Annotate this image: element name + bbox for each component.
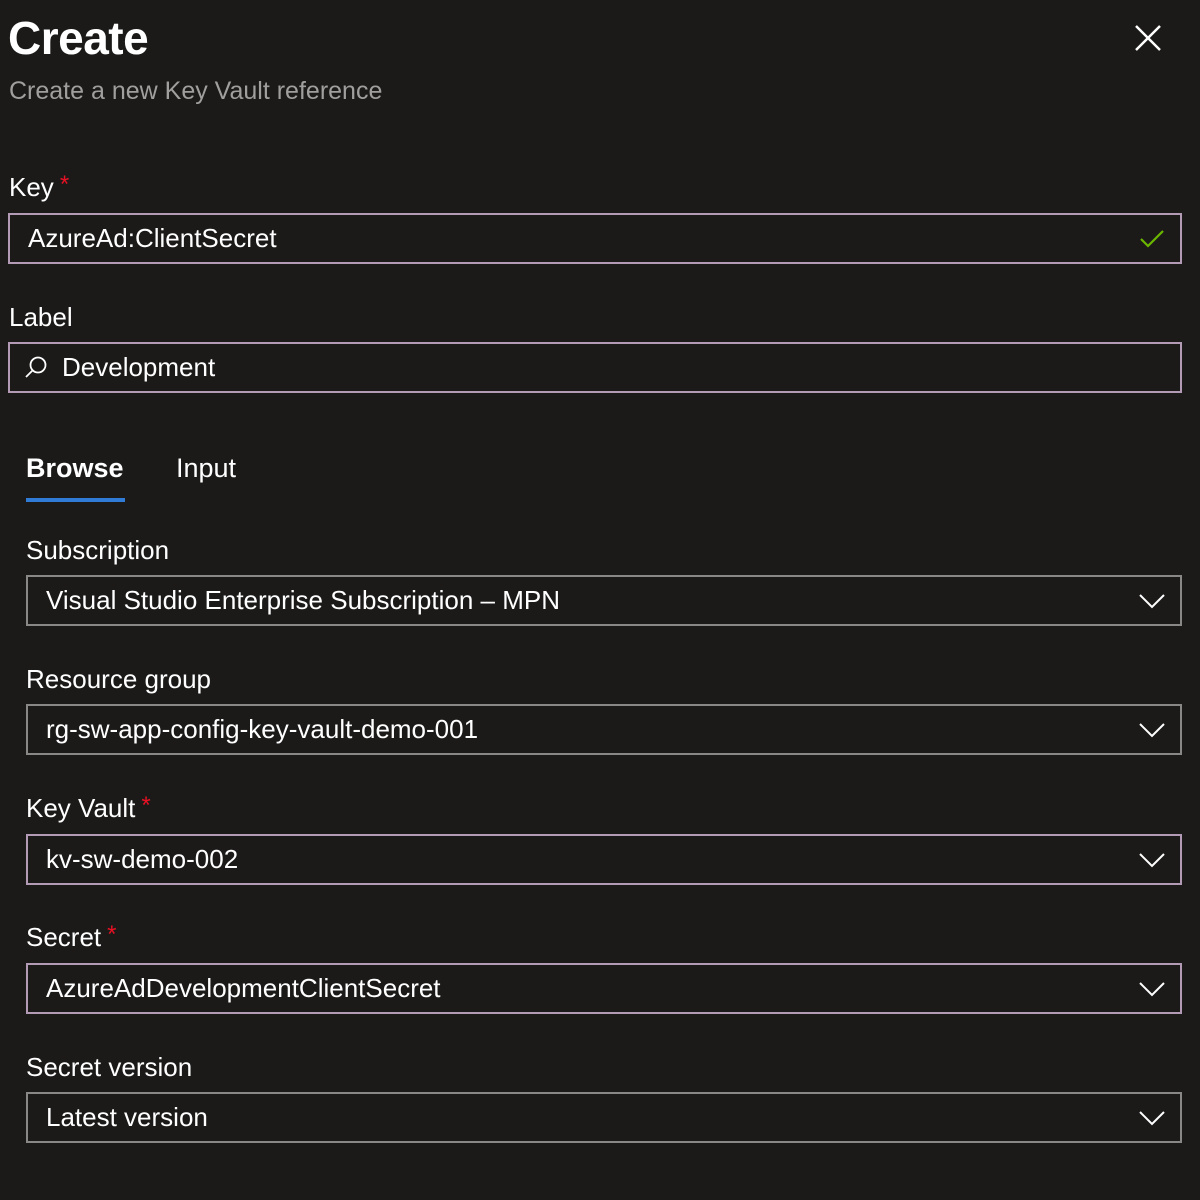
required-indicator: * (141, 792, 151, 819)
chevron-wrap (1124, 836, 1180, 883)
secret-label: Secret * (26, 921, 117, 954)
key-input-value: AzureAd:ClientSecret (28, 223, 277, 253)
chevron-down-icon (1139, 1110, 1165, 1125)
chevron-wrap (1124, 965, 1180, 1012)
label-combobox[interactable]: Development (8, 342, 1182, 393)
chevron-down-icon (1139, 981, 1165, 996)
chevron-wrap (1124, 706, 1180, 753)
key-vault-value: kv-sw-demo-002 (46, 844, 239, 874)
tab-browse-indicator (26, 498, 125, 502)
resource-group-label: Resource group (26, 664, 211, 694)
secret-label-text: Secret (26, 922, 102, 952)
subscription-dropdown[interactable]: Visual Studio Enterprise Subscription – … (26, 575, 1182, 626)
panel-title: Create (8, 12, 149, 64)
checkmark-icon (1140, 229, 1164, 248)
tab-input[interactable]: Input (176, 452, 236, 484)
secret-value: AzureAdDevelopmentClientSecret (46, 973, 441, 1003)
secret-dropdown[interactable]: AzureAdDevelopmentClientSecret (26, 963, 1182, 1014)
required-indicator: * (107, 921, 117, 948)
secret-version-label: Secret version (26, 1052, 193, 1082)
label-combobox-value: Development (62, 352, 216, 382)
resource-group-dropdown[interactable]: rg-sw-app-config-key-vault-demo-001 (26, 704, 1182, 755)
close-icon (1135, 25, 1161, 51)
subscription-label: Subscription (26, 535, 170, 565)
chevron-down-icon (1139, 593, 1165, 608)
key-field-label: Key * (9, 171, 70, 204)
search-icon-wrap (10, 355, 62, 381)
panel-subtitle: Create a new Key Vault reference (9, 77, 383, 105)
chevron-down-icon (1139, 852, 1165, 867)
subscription-value: Visual Studio Enterprise Subscription – … (46, 585, 560, 615)
key-vault-label: Key Vault * (26, 792, 151, 825)
close-button[interactable] (1130, 20, 1166, 56)
label-field-label: Label (9, 302, 73, 332)
chevron-down-icon (1139, 722, 1165, 737)
key-vault-dropdown[interactable]: kv-sw-demo-002 (26, 834, 1182, 885)
chevron-wrap (1124, 1094, 1180, 1141)
key-label-text: Key (9, 172, 54, 202)
search-icon (25, 356, 47, 378)
required-indicator: * (59, 171, 70, 198)
secret-version-value: Latest version (46, 1102, 208, 1132)
tab-browse[interactable]: Browse (26, 452, 124, 484)
resource-group-value: rg-sw-app-config-key-vault-demo-001 (46, 714, 479, 744)
chevron-wrap (1124, 577, 1180, 624)
key-input[interactable]: AzureAd:ClientSecret (8, 213, 1182, 264)
secret-version-dropdown[interactable]: Latest version (26, 1092, 1182, 1143)
key-vault-label-text: Key Vault (26, 793, 136, 823)
validation-indicator (1124, 215, 1180, 262)
